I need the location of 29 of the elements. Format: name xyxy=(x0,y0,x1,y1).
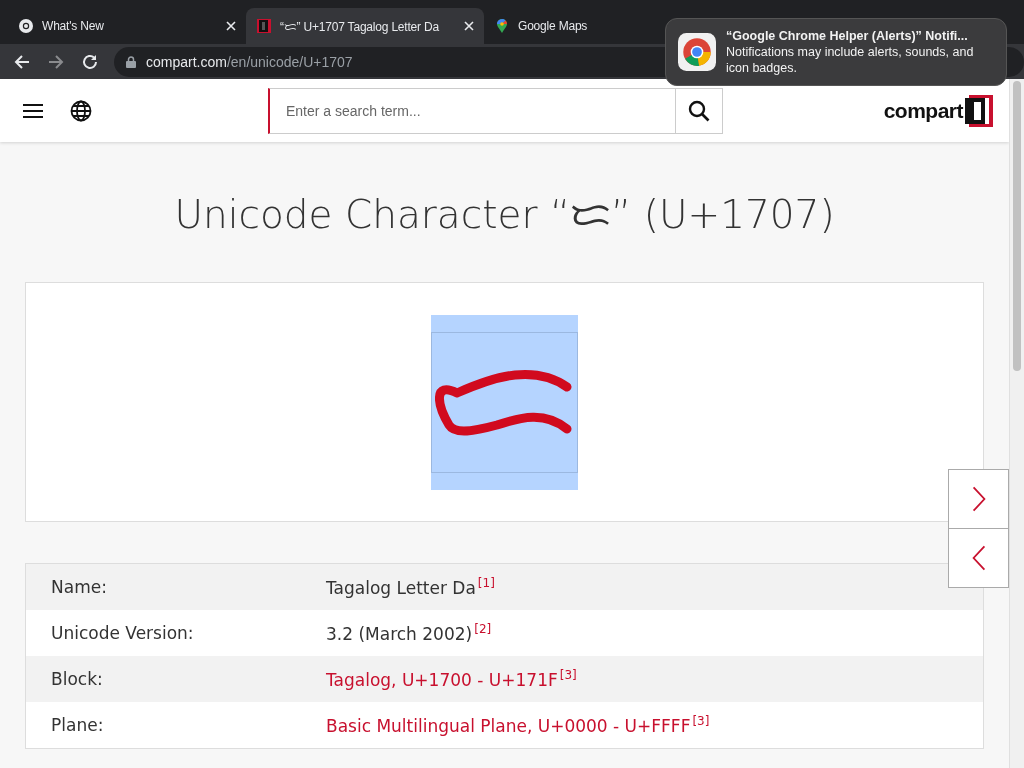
property-label: Name: xyxy=(50,577,108,597)
search-field[interactable]: Enter a search term... xyxy=(268,87,675,134)
notification-banner[interactable]: “Google Chrome Helper (Alerts)” Notifi... Notifications may include alerts, sounds, and icon badges. xyxy=(665,18,1007,86)
page-title: Unicode Character “ᜇ” (U+1707) xyxy=(173,191,836,239)
property-link[interactable]: Tagalog, U+1700 - U+171F$^{[3]}$ xyxy=(326,668,577,690)
scrollbar-thumb[interactable] xyxy=(1013,81,1021,371)
notification-message: Notifications may include alerts, sounds, and icon badges. xyxy=(726,44,975,76)
browser-tab[interactable]: “ᜇ” U+1707 Tagalog Letter Da xyxy=(246,8,484,44)
search-button[interactable] xyxy=(675,87,723,134)
property-label: Unicode Version: xyxy=(50,623,195,643)
scrollbar[interactable] xyxy=(1009,79,1024,768)
close-icon[interactable] xyxy=(464,21,474,31)
property-link[interactable]: Basic Multilingual Plane, U+0000 - U+FFFF$^{[3]}$ xyxy=(326,714,710,736)
map-pin-icon xyxy=(494,18,510,34)
url-text: compart.com/en/unicode/U+1707 xyxy=(146,53,353,70)
lock-icon xyxy=(126,55,136,68)
site-logo[interactable]: compart xyxy=(883,94,993,127)
notification-title: “Google Chrome Helper (Alerts)” Notifi... xyxy=(726,28,969,44)
search-icon xyxy=(688,99,710,122)
property-value: 3.2 (March 2002)$^{[2]}$ xyxy=(326,622,492,644)
browser-tab[interactable]: What's New xyxy=(8,8,246,44)
chrome-icon xyxy=(678,33,716,71)
site-favicon xyxy=(256,18,272,34)
globe-icon[interactable] xyxy=(70,99,92,122)
property-label: Block: xyxy=(50,669,104,689)
property-label: Plane: xyxy=(50,715,105,735)
close-icon[interactable] xyxy=(226,21,236,31)
property-value: Tagalog Letter Da$^{[1]}$ xyxy=(326,576,495,598)
chrome-icon xyxy=(18,18,34,34)
